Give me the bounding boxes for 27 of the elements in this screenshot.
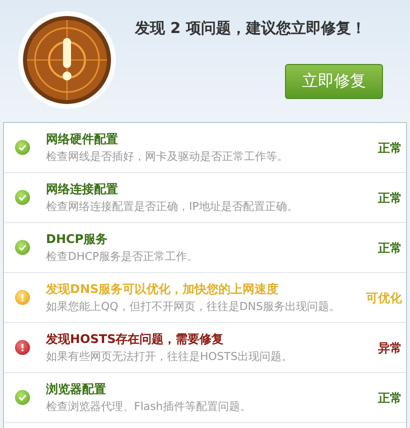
check-status: 正常 [378, 240, 402, 256]
check-icon [15, 140, 30, 155]
check-title: 网络硬件配置 [46, 130, 119, 148]
check-description: 检查网线是否插好，网卡及驱动是否正常工作等。 [46, 148, 289, 165]
issue-summary: 发现 2 项问题，建议您立即修复！ [135, 18, 366, 39]
exclamation-icon [15, 340, 30, 355]
alert-radar-icon [17, 10, 117, 110]
check-description: 检查DHCP服务是否正常工作。 [46, 248, 200, 265]
exclamation-icon [15, 290, 30, 305]
check-icon [15, 390, 30, 405]
check-status: 正常 [378, 390, 402, 406]
check-description: 如果有些网页无法打开，往往是HOSTS出现问题。 [46, 348, 294, 365]
check-title: 网络连接配置 [46, 180, 119, 198]
check-status: 可优化 [366, 290, 402, 306]
check-icon [15, 190, 30, 205]
check-status: 异常 [378, 340, 402, 356]
check-title: 浏览器配置 [46, 380, 107, 398]
check-title: DHCP服务 [46, 230, 109, 248]
check-description: 检查浏览器代理、Flash插件等配置问题。 [46, 398, 252, 415]
check-description: 检查网络连接配置是否正确，IP地址是否配置正确。 [46, 198, 299, 215]
check-title: 发现HOSTS存在问题，需要修复 [46, 330, 225, 348]
check-status: 正常 [378, 140, 402, 156]
fix-now-button[interactable]: 立即修复 [285, 64, 383, 98]
check-status: 正常 [378, 190, 402, 206]
check-description: 如果您能上QQ，但打不开网页，往往是DNS服务出现问题。 [46, 298, 341, 315]
check-title: 发现DNS服务可以优化，加快您的上网速度 [46, 280, 280, 298]
check-icon [15, 240, 30, 255]
